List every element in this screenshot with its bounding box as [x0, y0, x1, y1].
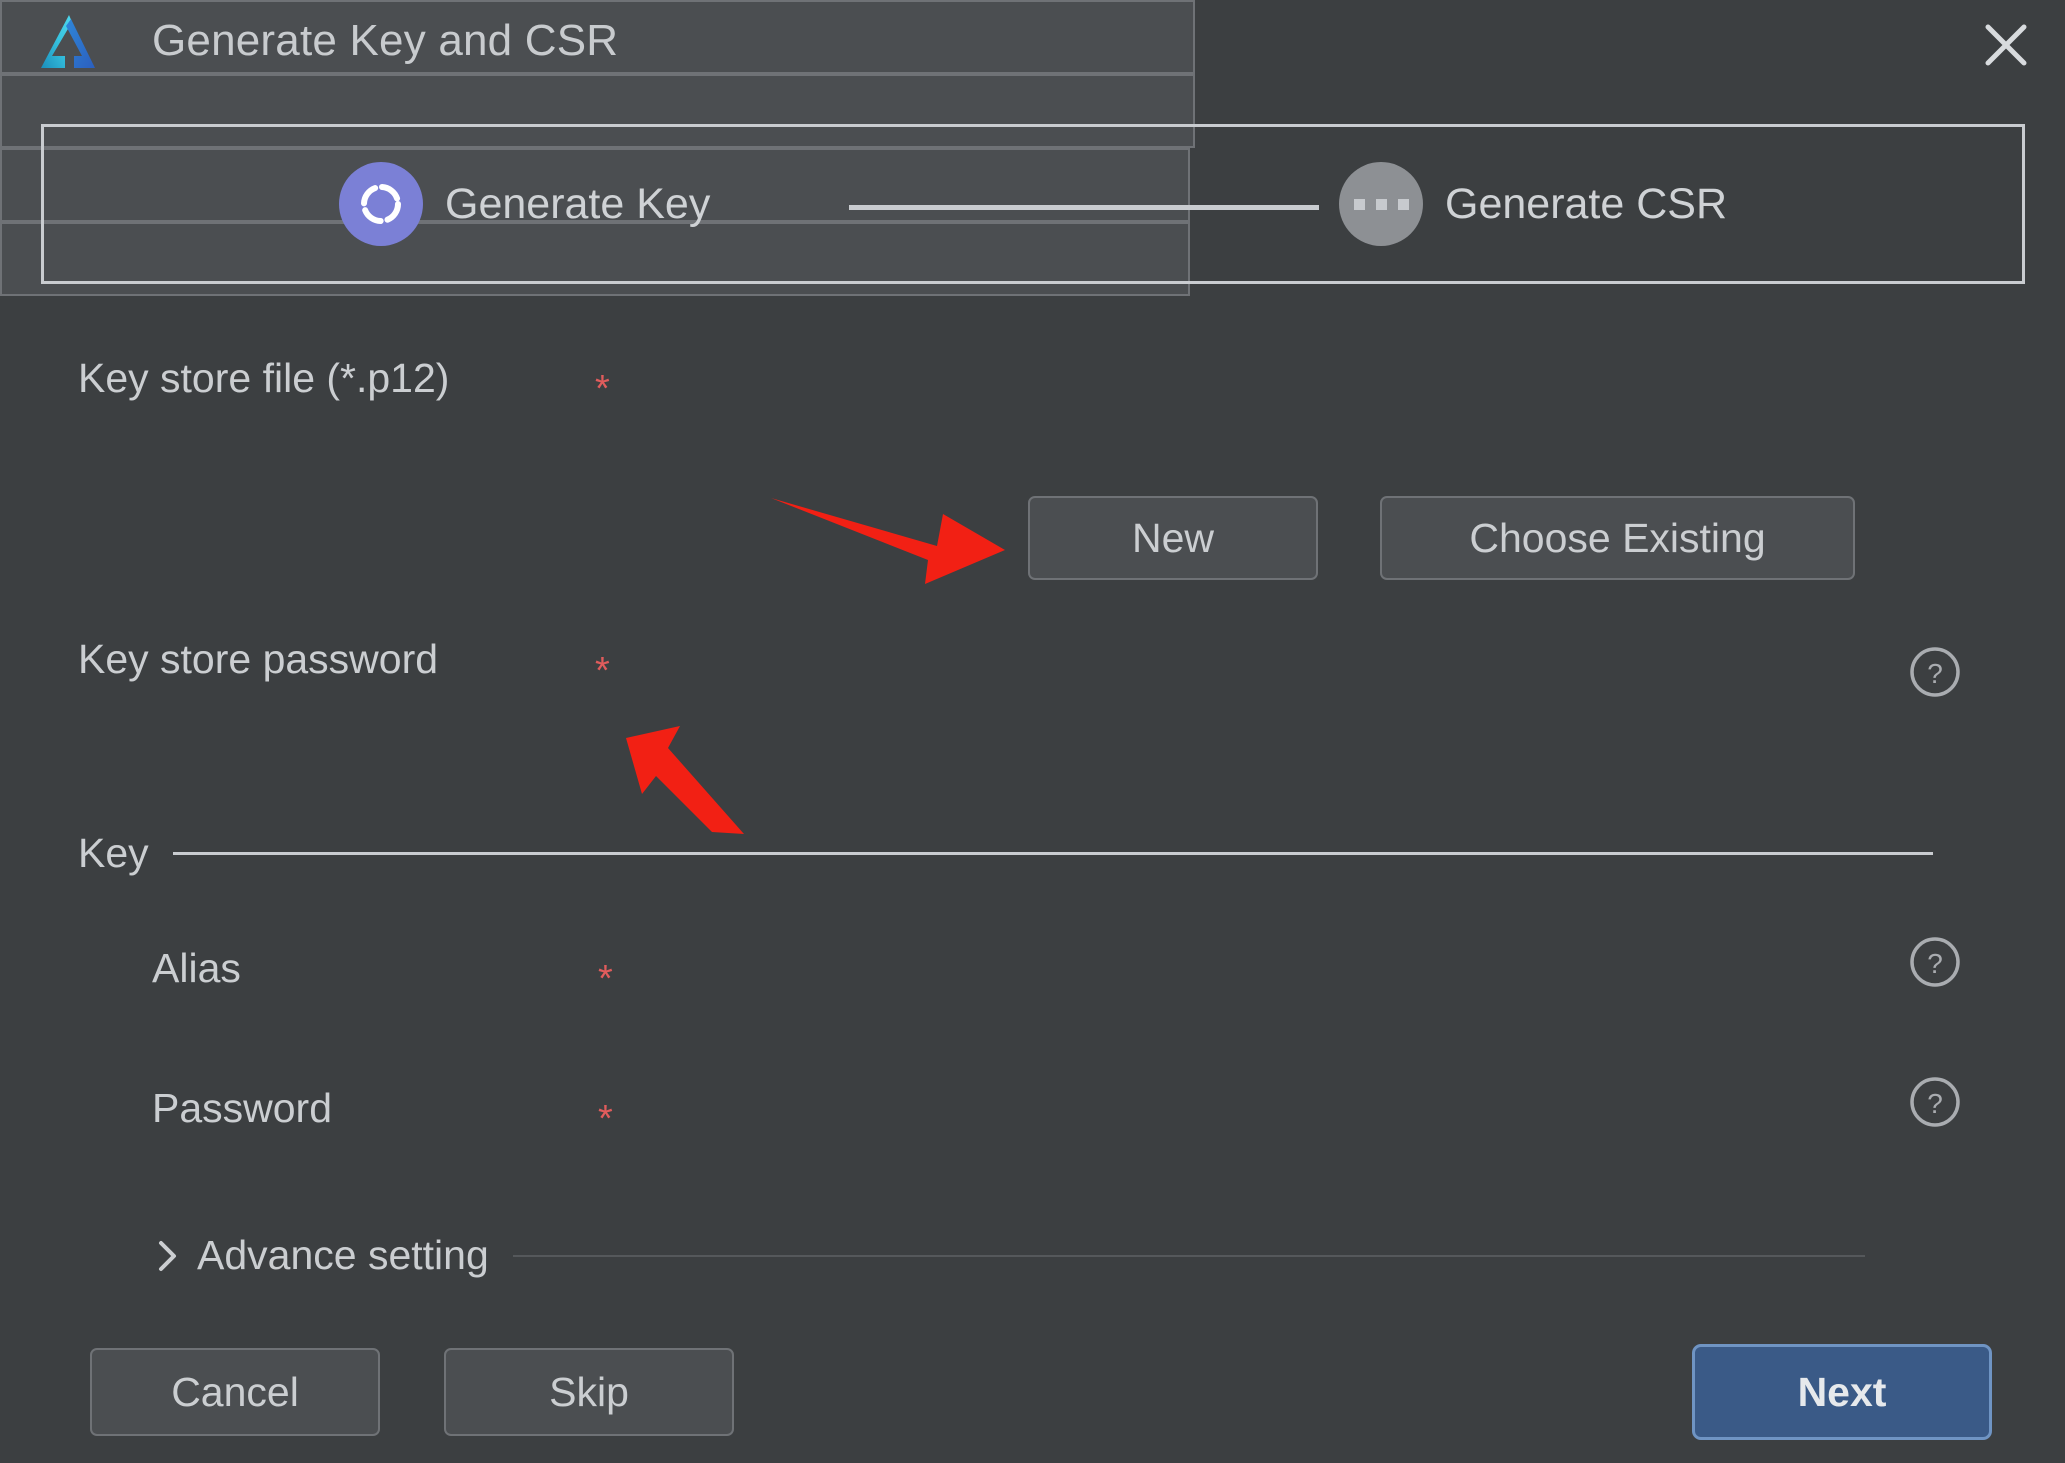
advance-setting-divider — [512, 1254, 1865, 1257]
svg-text:?: ? — [1927, 1088, 1943, 1119]
key-password-label: Password — [152, 1085, 333, 1131]
new-button[interactable]: New — [1028, 496, 1318, 580]
alias-label-group: Alias — [78, 945, 241, 992]
key-password-label-group: Password — [78, 1085, 332, 1132]
question-circle-icon[interactable]: ? — [1908, 1075, 1962, 1129]
stepper-step-label: Generate Key — [445, 179, 711, 228]
advance-setting-label: Advance setting — [197, 1232, 489, 1278]
dialog-title-bar: Generate Key and CSR — [0, 0, 2065, 92]
key-store-file-required-marker: * — [595, 368, 610, 410]
choose-existing-button[interactable]: Choose Existing — [1380, 496, 1855, 580]
key-store-file-label-group: Key store file (*.p12) — [78, 355, 449, 402]
alias-label: Alias — [152, 945, 241, 991]
question-circle-icon[interactable]: ? — [1908, 935, 1962, 989]
page-title: Generate Key and CSR — [152, 16, 619, 65]
arrow-pointing-up-left-at-key-store-password-field — [620, 720, 750, 845]
stepper-step-label: Generate CSR — [1445, 179, 1728, 228]
key-store-file-label: Key store file (*.p12) — [78, 355, 450, 401]
skip-button[interactable]: Skip — [444, 1348, 734, 1436]
key-store-password-label-group: Key store password — [78, 636, 438, 683]
stepper-step-generate-key[interactable]: Generate Key — [339, 162, 710, 246]
key-store-password-required-marker: * — [595, 650, 610, 692]
ellipsis-icon — [1339, 162, 1423, 246]
stepper-connector-line — [849, 205, 1319, 210]
next-button[interactable]: Next — [1692, 1344, 1992, 1440]
key-section-divider — [172, 852, 1933, 855]
close-icon[interactable] — [1969, 8, 2043, 82]
cancel-button[interactable]: Cancel — [90, 1348, 380, 1436]
question-circle-icon[interactable]: ? — [1908, 645, 1962, 699]
alias-required-marker: * — [598, 958, 613, 1000]
key-password-required-marker: * — [598, 1098, 613, 1140]
svg-text:?: ? — [1927, 658, 1943, 689]
advance-setting-toggle[interactable]: Advance setting — [155, 1232, 1865, 1279]
stepper-step-generate-csr[interactable]: Generate CSR — [1339, 162, 1727, 246]
wizard-stepper: Generate Key Generate CSR — [41, 124, 2025, 284]
svg-text:?: ? — [1927, 948, 1943, 979]
arrow-pointing-right-at-new-button — [765, 488, 1015, 593]
key-store-password-label: Key store password — [78, 636, 439, 682]
chevron-right-icon — [155, 1237, 181, 1275]
key-section-header: Key — [78, 830, 1933, 877]
key-section-title: Key — [78, 830, 149, 876]
spinner-ring-icon — [339, 162, 423, 246]
autodesk-triangle-logo-icon — [32, 10, 104, 80]
